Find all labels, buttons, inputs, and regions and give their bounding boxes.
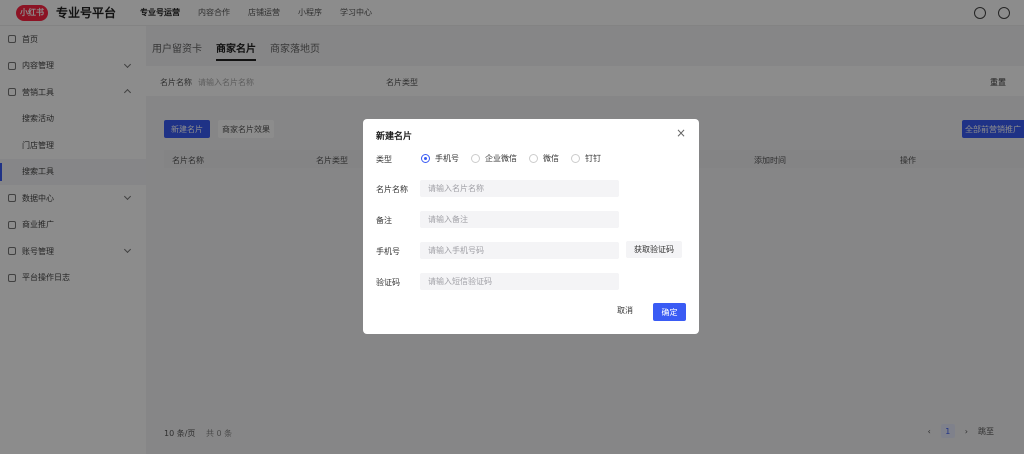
close-icon[interactable]: × — [675, 127, 687, 139]
get-code-button[interactable]: 获取验证码 — [626, 241, 682, 258]
type-radio-group: 手机号 企业微信 微信 钉钉 — [421, 153, 601, 164]
name-label: 名片名称 — [376, 185, 408, 194]
radio-phone[interactable]: 手机号 — [421, 153, 459, 164]
phone-input[interactable]: 请输入手机号码 — [420, 242, 619, 259]
type-label: 类型 — [376, 155, 392, 164]
radio-label: 钉钉 — [585, 154, 601, 163]
radio-checked-icon — [421, 154, 430, 163]
code-input[interactable]: 请输入短信验证码 — [420, 273, 619, 290]
new-card-modal: 新建名片 × 类型 手机号 企业微信 微信 钉钉 名片名称 请输入名片名称 备注… — [363, 119, 699, 334]
radio-label: 企业微信 — [485, 154, 517, 163]
radio-icon — [529, 154, 538, 163]
cancel-button[interactable]: 取消 — [617, 305, 633, 316]
name-input[interactable]: 请输入名片名称 — [420, 180, 619, 197]
radio-label: 手机号 — [435, 154, 459, 163]
phone-label: 手机号 — [376, 247, 400, 256]
radio-icon — [571, 154, 580, 163]
radio-label: 微信 — [543, 154, 559, 163]
radio-icon — [471, 154, 480, 163]
radio-wechat[interactable]: 微信 — [529, 153, 559, 164]
radio-wecom[interactable]: 企业微信 — [471, 153, 517, 164]
note-input[interactable]: 请输入备注 — [420, 211, 619, 228]
code-label: 验证码 — [376, 278, 400, 287]
radio-dingtalk[interactable]: 钉钉 — [571, 153, 601, 164]
modal-title: 新建名片 — [376, 132, 413, 142]
note-label: 备注 — [376, 216, 392, 225]
confirm-button[interactable]: 确定 — [653, 303, 686, 321]
